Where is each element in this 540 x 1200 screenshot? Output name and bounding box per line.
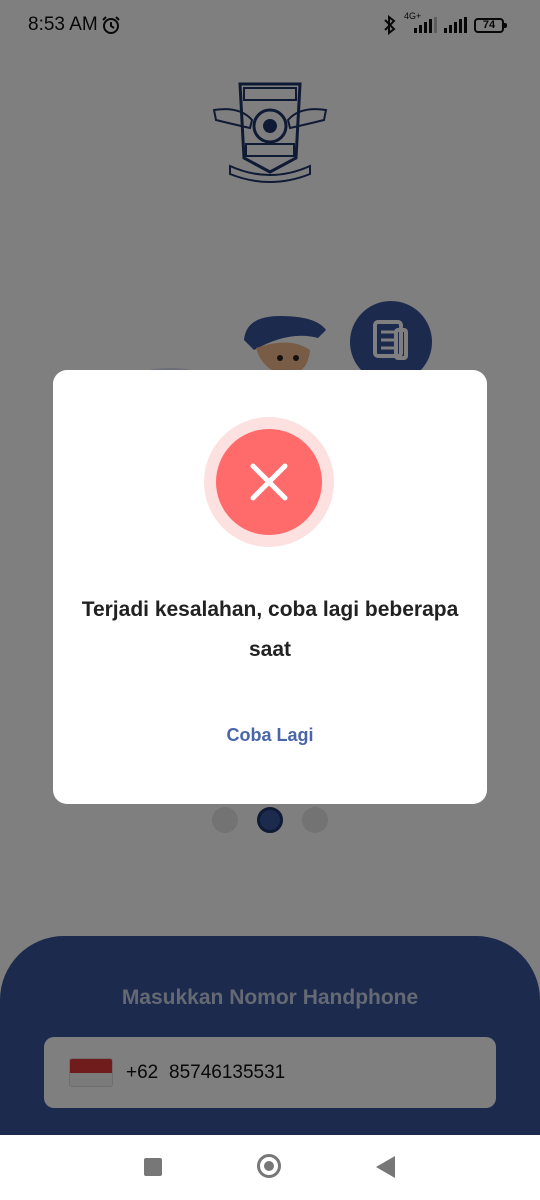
- back-icon[interactable]: [376, 1156, 395, 1178]
- app-screen: 8:53 AM 4G+: [0, 0, 540, 1135]
- error-x-icon: [204, 417, 334, 547]
- recents-icon[interactable]: [144, 1158, 162, 1176]
- home-icon[interactable]: [257, 1154, 281, 1178]
- system-nav-bar: [0, 1135, 540, 1200]
- retry-button[interactable]: Coba Lagi: [53, 725, 487, 746]
- error-message: Terjadi kesalahan, coba lagi beberapa sa…: [81, 598, 459, 661]
- error-dialog: Terjadi kesalahan, coba lagi beberapa sa…: [53, 370, 487, 804]
